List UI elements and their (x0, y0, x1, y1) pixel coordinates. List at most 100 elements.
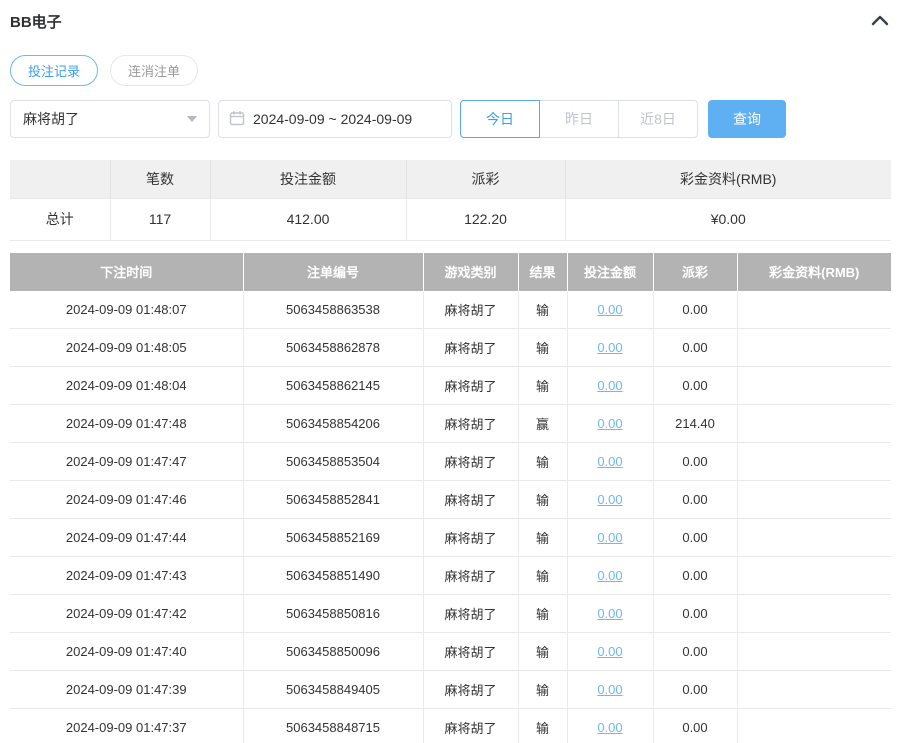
cell-payout: 0.00 (653, 290, 738, 329)
cell-order-no: 5063458851490 (243, 556, 424, 595)
table-row: 2024-09-09 01:48:04 5063458862145 麻将胡了输 0.0… (10, 366, 891, 405)
cell-game-type: 麻将胡了 (423, 366, 519, 405)
table-row: 2024-09-09 01:47:39 5063458849405 麻将胡了输 0.0… (10, 670, 891, 709)
date-range-value: 2024-09-09 ~ 2024-09-09 (253, 111, 413, 127)
cell-game-type: 麻将胡了 (423, 556, 519, 595)
tab-label: 连消注单 (128, 64, 181, 79)
table-row: 2024-09-09 01:47:40 5063458850096 麻将胡了输 0.0… (10, 632, 891, 671)
bet-records-panel: BB电子 投注记录 连消注单 麻将胡了 2024-09-09 ~ 2024-09… (0, 0, 901, 743)
table-row: 2024-09-09 01:47:42 5063458850816 麻将胡了输 0.0… (10, 594, 891, 633)
cell-bet-amount: 0.00 (567, 518, 654, 557)
cell-game-type: 麻将胡了 (423, 518, 519, 557)
header-order-no: 注单编号 (243, 252, 424, 291)
summary-total-row: 总计 117 412.00 122.20 ¥0.00 (10, 198, 891, 241)
cell-game-type: 麻将胡了 (423, 290, 519, 329)
bet-amount-link[interactable]: 0.00 (597, 682, 622, 697)
cell-game-type: 麻将胡了 (423, 670, 519, 709)
summary-header-row: 笔数 投注金额 派彩 彩金资料(RMB) (10, 160, 891, 199)
header-bet-amount: 投注金额 (567, 252, 654, 291)
date-range-picker[interactable]: 2024-09-09 ~ 2024-09-09 (218, 100, 452, 138)
bet-amount-link[interactable]: 0.00 (597, 606, 622, 621)
records-table: 下注时间 注单编号 游戏类别 结果 投注金额 派彩 彩金资料(RMB) 2024… (10, 252, 891, 743)
tab-bet-records[interactable]: 投注记录 (10, 55, 99, 86)
table-row: 2024-09-09 01:47:44 5063458852169 麻将胡了输 0.0… (10, 518, 891, 557)
chevron-down-icon (187, 116, 197, 122)
yesterday-button[interactable]: 昨日 (539, 100, 619, 138)
cell-order-no: 5063458862878 (243, 328, 424, 367)
bet-amount-link[interactable]: 0.00 (597, 302, 622, 317)
cell-bet-time: 2024-09-09 01:48:05 (10, 328, 244, 367)
records-tbody: 2024-09-09 01:48:07 5063458863538 麻将胡了输 0.0… (10, 290, 891, 743)
bet-amount-link[interactable]: 0.00 (597, 644, 622, 659)
cell-order-no: 5063458848715 (243, 708, 424, 743)
table-row: 2024-09-09 01:47:48 5063458854206 麻将胡了赢 0.0… (10, 404, 891, 443)
cell-result: 输 (518, 632, 568, 671)
summary-header-bet-amount: 投注金额 (210, 160, 407, 199)
header-result: 结果 (518, 252, 568, 291)
cell-bet-amount: 0.00 (567, 708, 654, 743)
bet-amount-link[interactable]: 0.00 (597, 416, 622, 431)
panel-header: BB电子 (10, 8, 891, 34)
table-row: 2024-09-09 01:48:07 5063458863538 麻将胡了输 0.0… (10, 290, 891, 329)
today-button[interactable]: 今日 (460, 100, 540, 138)
bet-amount-link[interactable]: 0.00 (597, 568, 622, 583)
tab-label: 投注记录 (28, 64, 81, 79)
cell-bet-amount: 0.00 (567, 670, 654, 709)
cell-jackpot (737, 708, 891, 743)
cell-bet-time: 2024-09-09 01:48:07 (10, 290, 244, 329)
tab-cancelled-orders[interactable]: 连消注单 (110, 55, 199, 86)
cell-result: 赢 (518, 404, 568, 443)
last8days-button[interactable]: 近8日 (618, 100, 698, 138)
bet-amount-link[interactable]: 0.00 (597, 492, 622, 507)
game-type-select[interactable]: 麻将胡了 (10, 100, 210, 138)
cell-payout: 0.00 (653, 556, 738, 595)
summary-total-payout: 122.20 (406, 198, 566, 241)
cell-jackpot (737, 366, 891, 405)
cell-jackpot (737, 404, 891, 443)
cell-jackpot (737, 670, 891, 709)
table-row: 2024-09-09 01:47:47 5063458853504 麻将胡了输 0.0… (10, 442, 891, 481)
summary-header-payout: 派彩 (406, 160, 566, 199)
cell-order-no: 5063458862145 (243, 366, 424, 405)
cell-bet-time: 2024-09-09 01:47:46 (10, 480, 244, 519)
cell-payout: 0.00 (653, 442, 738, 481)
cell-game-type: 麻将胡了 (423, 632, 519, 671)
cell-game-type: 麻将胡了 (423, 480, 519, 519)
table-row: 2024-09-09 01:48:05 5063458862878 麻将胡了输 0.0… (10, 328, 891, 367)
bet-amount-link[interactable]: 0.00 (597, 720, 622, 735)
cell-result: 输 (518, 594, 568, 633)
cell-bet-amount: 0.00 (567, 366, 654, 405)
cell-order-no: 5063458863538 (243, 290, 424, 329)
filter-bar: 麻将胡了 2024-09-09 ~ 2024-09-09 今日 昨日 近8日 查… (10, 100, 891, 138)
cell-jackpot (737, 442, 891, 481)
cell-bet-amount: 0.00 (567, 556, 654, 595)
calendar-icon (229, 110, 245, 129)
summary-total-bet-amount: 412.00 (210, 198, 407, 241)
cell-game-type: 麻将胡了 (423, 404, 519, 443)
selected-game: 麻将胡了 (23, 111, 79, 127)
collapse-button[interactable] (869, 10, 891, 32)
cell-order-no: 5063458849405 (243, 670, 424, 709)
bet-amount-link[interactable]: 0.00 (597, 378, 622, 393)
records-header-row: 下注时间 注单编号 游戏类别 结果 投注金额 派彩 彩金资料(RMB) (10, 252, 891, 291)
bet-amount-link[interactable]: 0.00 (597, 530, 622, 545)
bet-amount-link[interactable]: 0.00 (597, 340, 622, 355)
table-row: 2024-09-09 01:47:46 5063458852841 麻将胡了输 0.0… (10, 480, 891, 519)
cell-jackpot (737, 328, 891, 367)
quick-date-group: 今日 昨日 近8日 (460, 100, 698, 138)
cell-order-no: 5063458852841 (243, 480, 424, 519)
search-button[interactable]: 查询 (708, 100, 786, 138)
cell-result: 输 (518, 518, 568, 557)
cell-payout: 0.00 (653, 518, 738, 557)
summary-header-empty (10, 160, 111, 199)
cell-bet-amount: 0.00 (567, 632, 654, 671)
summary-table: 笔数 投注金额 派彩 彩金资料(RMB) 总计 117 412.00 122.2… (10, 160, 891, 241)
cell-payout: 0.00 (653, 480, 738, 519)
cell-order-no: 5063458850816 (243, 594, 424, 633)
cell-game-type: 麻将胡了 (423, 708, 519, 743)
cell-bet-time: 2024-09-09 01:47:44 (10, 518, 244, 557)
bet-amount-link[interactable]: 0.00 (597, 454, 622, 469)
cell-jackpot (737, 480, 891, 519)
cell-bet-amount: 0.00 (567, 442, 654, 481)
cell-bet-amount: 0.00 (567, 404, 654, 443)
